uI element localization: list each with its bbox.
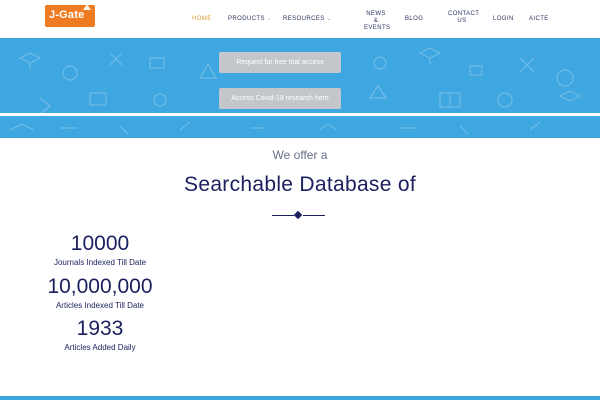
stat-label: Articles Indexed Till Date xyxy=(55,301,145,310)
title-divider xyxy=(272,210,325,220)
nav-products-label: PRODUCTS xyxy=(228,16,265,22)
stat-daily: 1933 Articles Added Daily xyxy=(0,317,200,352)
nav-aicte-label: AICTE xyxy=(529,16,549,22)
main-nav: HOME PRODUCTS ⌄ RESOURCES ⌄ NEWS & EVENTS … xyxy=(0,0,600,38)
footer-strip xyxy=(0,396,600,400)
divider-line-left xyxy=(272,215,294,216)
stat-journals: 10000 Journals Indexed Till Date xyxy=(0,232,200,267)
nav-resources-label: RESOURCES xyxy=(283,16,325,22)
stat-label: Articles Added Daily xyxy=(64,343,136,352)
nav-blog-label: BLOG xyxy=(405,16,424,22)
free-trial-button[interactable]: Request for free trial access xyxy=(219,52,341,73)
nav-home[interactable]: HOME xyxy=(192,16,212,23)
chevron-down-icon: ⌄ xyxy=(266,16,272,22)
divider-line-right xyxy=(303,215,325,216)
nav-products[interactable]: PRODUCTS ⌄ xyxy=(228,16,271,23)
page-title: Searchable Database of xyxy=(184,173,416,196)
offer-subtitle: We offer a xyxy=(272,148,328,162)
site-header: J-Gate HOME PRODUCTS ⌄ RESOURCES ⌄ NEWS & … xyxy=(0,0,600,38)
nav-resources[interactable]: RESOURCES ⌄ xyxy=(283,16,331,23)
covid-research-button[interactable]: Access Covid-19 research here xyxy=(219,88,341,109)
stat-value: 10,000,000 xyxy=(47,275,153,298)
chevron-down-icon: ⌄ xyxy=(326,16,332,22)
hero-banner: Request for free trial access Access Cov… xyxy=(0,38,600,138)
diamond-icon xyxy=(293,210,303,220)
stat-label: Journals Indexed Till Date xyxy=(53,258,147,267)
nav-contact[interactable]: CONTACT US xyxy=(448,11,480,25)
nav-aicte[interactable]: AICTE xyxy=(529,16,549,23)
nav-news-line2: EVENTS xyxy=(364,25,391,31)
nav-contact-line2: US xyxy=(457,18,467,24)
banner-divider xyxy=(0,113,600,116)
nav-login[interactable]: LOGIN xyxy=(493,16,514,23)
nav-news-line1: NEWS & xyxy=(366,11,386,24)
nav-login-label: LOGIN xyxy=(493,16,514,22)
nav-contact-line1: CONTACT xyxy=(448,11,480,17)
nav-news-events[interactable]: NEWS & EVENTS xyxy=(364,11,391,32)
stat-value: 10000 xyxy=(70,232,130,255)
nav-home-label: HOME xyxy=(192,16,212,22)
stat-value: 1933 xyxy=(76,317,124,340)
nav-blog[interactable]: BLOG xyxy=(405,16,423,23)
stat-articles: 10,000,000 Articles Indexed Till Date xyxy=(0,275,200,310)
